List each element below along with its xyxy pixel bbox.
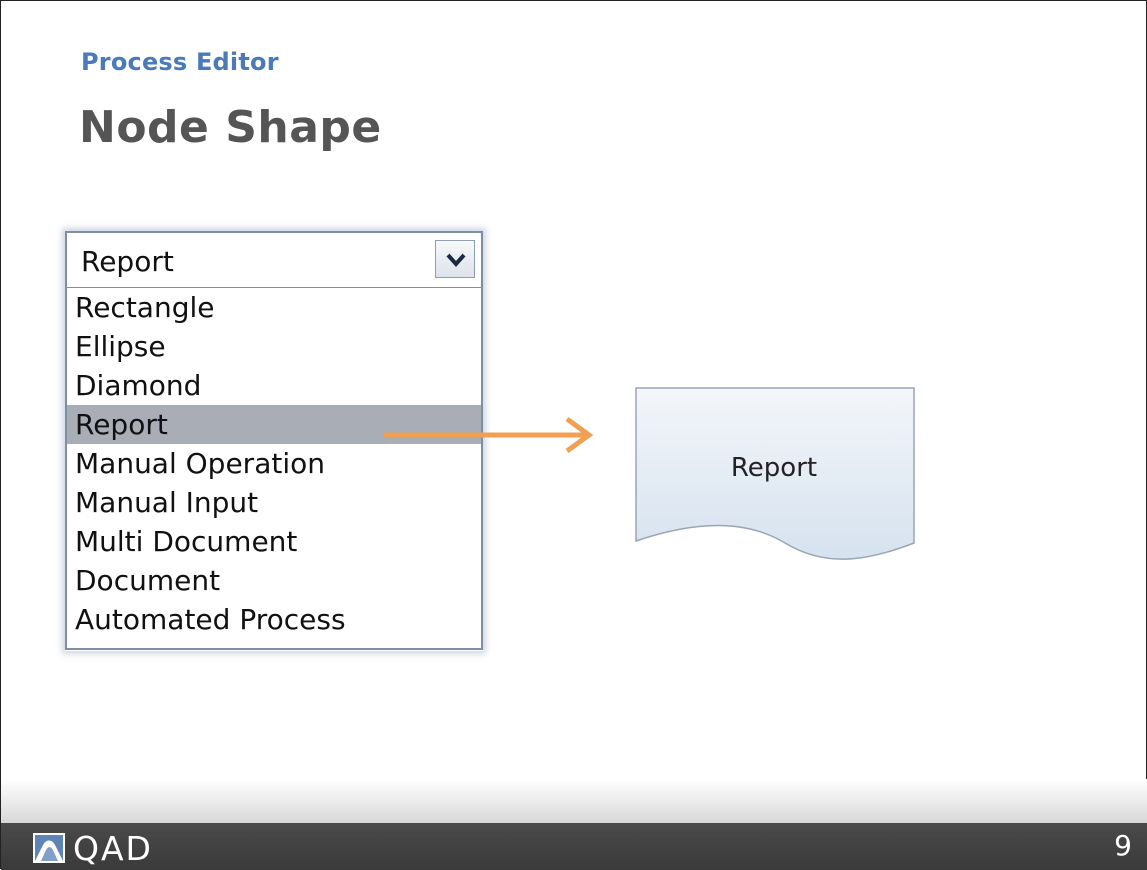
qad-logo-icon	[33, 833, 65, 863]
report-shape-label: Report	[730, 453, 818, 483]
option-manual-input[interactable]: Manual Input	[67, 483, 481, 522]
arrow-right-icon	[383, 416, 594, 454]
section-label: Process Editor	[81, 48, 279, 76]
selected-shape-value: Report	[81, 245, 174, 278]
slide: Process Editor Node Shape Report Rectang…	[0, 0, 1147, 870]
footer-fade	[1, 779, 1147, 823]
page-number: 9	[1114, 829, 1132, 862]
dropdown-toggle-button[interactable]	[435, 240, 475, 278]
option-automated-process[interactable]: Automated Process	[67, 600, 481, 639]
page-title: Node Shape	[79, 102, 382, 153]
option-multi-document[interactable]: Multi Document	[67, 522, 481, 561]
chevron-down-icon	[446, 253, 466, 268]
option-rectangle[interactable]: Rectangle	[67, 288, 481, 327]
option-document[interactable]: Document	[67, 561, 481, 600]
option-ellipse[interactable]: Ellipse	[67, 327, 481, 366]
shape-option-list: Rectangle Ellipse Diamond Report Manual …	[65, 287, 483, 650]
option-diamond[interactable]: Diamond	[67, 366, 481, 405]
footer-bar	[1, 823, 1147, 870]
node-shape-select[interactable]: Report	[65, 231, 483, 289]
brand-wordmark: QAD	[73, 829, 153, 868]
